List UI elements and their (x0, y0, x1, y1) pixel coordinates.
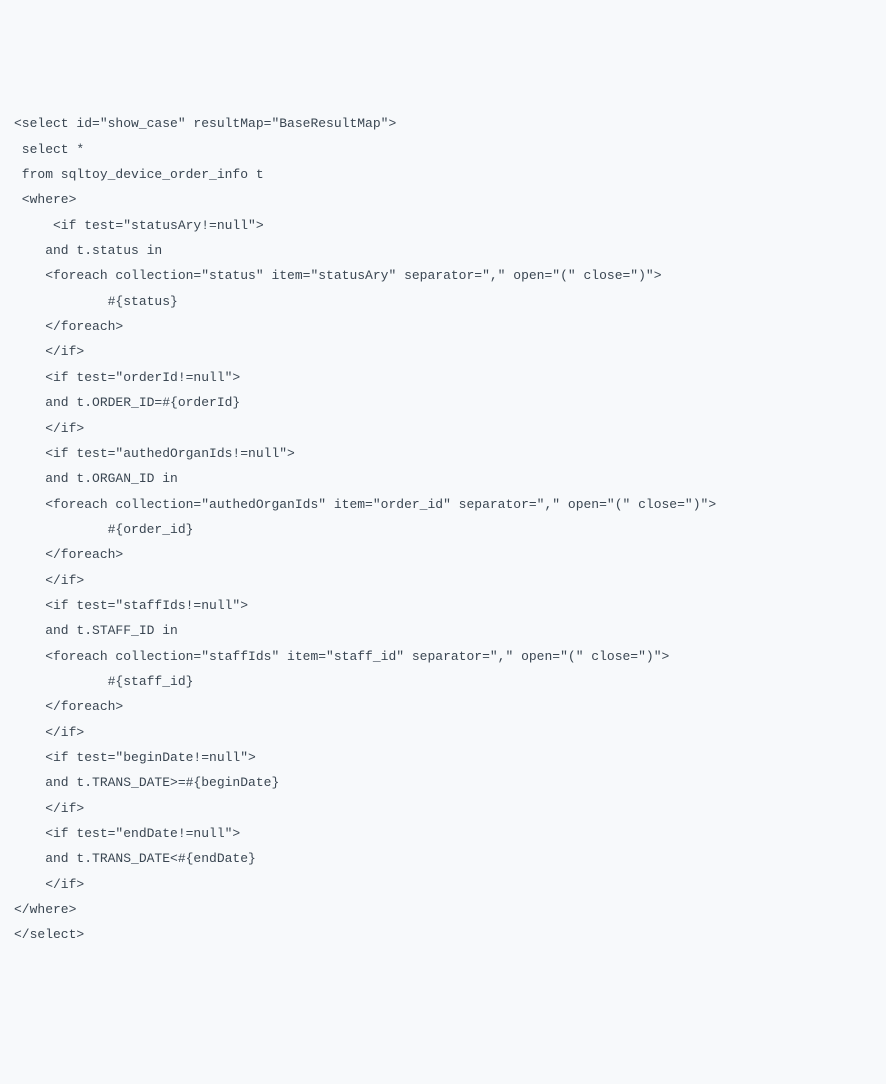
code-line: </foreach> (14, 542, 872, 567)
code-line: </if> (14, 796, 872, 821)
code-line: </foreach> (14, 694, 872, 719)
code-line: </where> (14, 897, 872, 922)
code-line: </foreach> (14, 314, 872, 339)
code-line: and t.ORGAN_ID in (14, 466, 872, 491)
code-line: <foreach collection="authedOrganIds" ite… (14, 492, 872, 517)
code-line: <if test="endDate!=null"> (14, 821, 872, 846)
code-line: <if test="staffIds!=null"> (14, 593, 872, 618)
code-line: <foreach collection="status" item="statu… (14, 263, 872, 288)
code-line: </if> (14, 568, 872, 593)
code-line: and t.TRANS_DATE<#{endDate} (14, 846, 872, 871)
code-line: </if> (14, 416, 872, 441)
code-line: <where> (14, 187, 872, 212)
code-line: #{status} (14, 289, 872, 314)
code-line: from sqltoy_device_order_info t (14, 162, 872, 187)
code-line: <if test="orderId!=null"> (14, 365, 872, 390)
code-line: and t.ORDER_ID=#{orderId} (14, 390, 872, 415)
code-line: </if> (14, 339, 872, 364)
code-line: </select> (14, 922, 872, 947)
code-line: and t.status in (14, 238, 872, 263)
code-line: #{order_id} (14, 517, 872, 542)
code-line: </if> (14, 872, 872, 897)
code-line: <if test="statusAry!=null"> (14, 213, 872, 238)
code-line: select * (14, 137, 872, 162)
code-line: and t.TRANS_DATE>=#{beginDate} (14, 770, 872, 795)
code-line: and t.STAFF_ID in (14, 618, 872, 643)
code-line: <select id="show_case" resultMap="BaseRe… (14, 111, 872, 136)
code-block: <select id="show_case" resultMap="BaseRe… (14, 111, 872, 947)
code-line: <if test="beginDate!=null"> (14, 745, 872, 770)
code-line: <if test="authedOrganIds!=null"> (14, 441, 872, 466)
code-line: </if> (14, 720, 872, 745)
code-line: <foreach collection="staffIds" item="sta… (14, 644, 872, 669)
code-line: #{staff_id} (14, 669, 872, 694)
